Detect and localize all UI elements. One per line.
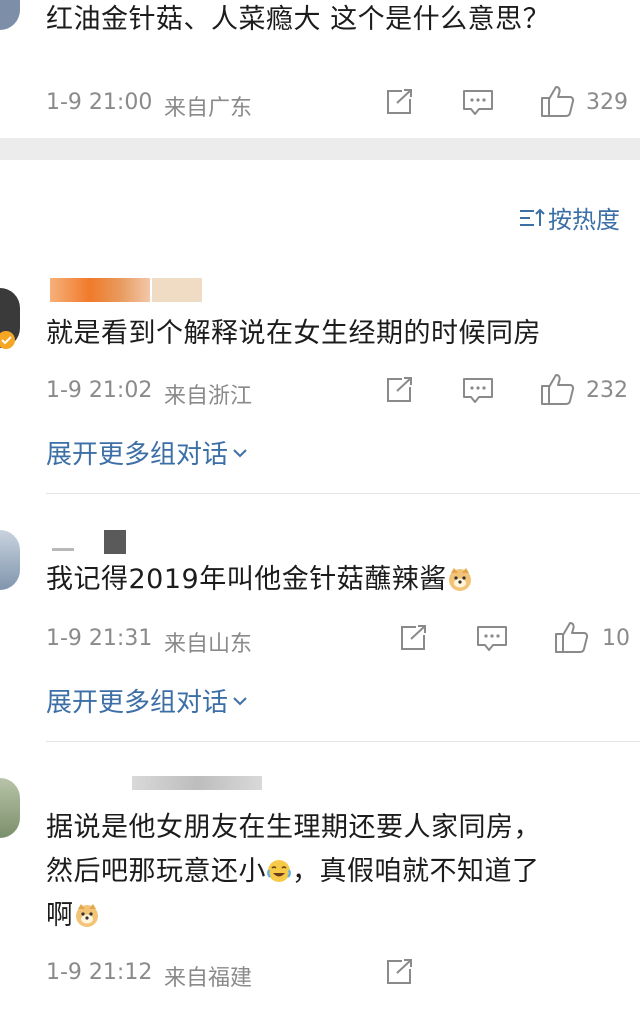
repost-icon[interactable] (384, 958, 414, 986)
comment-text: 就是看到个解释说在女生经期的时候同房 (46, 318, 541, 349)
sort-icon (518, 206, 546, 230)
comment-time: 1-9 21:02 (46, 378, 153, 403)
divider (46, 741, 640, 742)
user-badge (152, 278, 202, 302)
sort-label: 按热度 (548, 206, 620, 234)
comment-text-line-3: 啊 (46, 894, 100, 938)
comment-text: 红油金针菇、人菜瘾大 这个是什么意思？ (46, 4, 551, 35)
comment-icon[interactable] (476, 624, 508, 654)
avatar[interactable] (0, 530, 20, 590)
chevron-down-icon (232, 695, 248, 707)
like-count: 329 (586, 90, 628, 115)
comment-location: 来自山东 (164, 632, 253, 657)
comment-location: 来自浙江 (164, 384, 253, 409)
comment-location: 来自福建 (164, 966, 253, 991)
username[interactable] (132, 776, 262, 790)
repost-icon[interactable] (384, 376, 414, 404)
comment-time: 1-9 21:00 (46, 90, 153, 115)
expand-conversation-link[interactable]: 展开更多组对话 (46, 682, 248, 719)
expand-conversation-link[interactable]: 展开更多组对话 (46, 434, 248, 471)
section-separator (0, 138, 640, 160)
doge-emoji-icon (447, 562, 473, 591)
sort-toggle[interactable]: 按热度 (518, 200, 620, 235)
user-badge (104, 530, 126, 554)
divider (46, 493, 640, 494)
comment-text-content: 我记得2019年叫他金针菇蘸辣酱 (46, 564, 447, 595)
like-count: 10 (602, 626, 630, 651)
comment-text-fragment: 然后吧那玩意还小 (46, 856, 266, 887)
comment-time: 1-9 21:12 (46, 960, 153, 985)
like-icon[interactable] (540, 372, 576, 406)
like-icon[interactable] (540, 84, 576, 118)
comment-text-line-2: 然后吧那玩意还小 ，真假咱就不知道了 (46, 850, 540, 894)
laugh-cry-emoji-icon (266, 854, 292, 882)
comment-text-fragment: 啊 (46, 900, 74, 931)
expand-label: 展开更多组对话 (46, 688, 229, 718)
like-count: 232 (586, 378, 628, 403)
comment-text-fragment: ，真假咱就不知道了 (292, 856, 540, 887)
repost-icon[interactable] (398, 624, 428, 652)
repost-icon[interactable] (384, 88, 414, 116)
doge-emoji-icon (74, 898, 100, 927)
comment-icon[interactable] (462, 88, 494, 118)
comment-time: 1-9 21:31 (46, 626, 153, 651)
expand-label: 展开更多组对话 (46, 440, 229, 470)
comment-location: 来自广东 (164, 96, 253, 121)
verified-badge-icon (0, 330, 18, 354)
avatar[interactable] (0, 778, 20, 838)
like-icon[interactable] (554, 620, 590, 654)
comment-text: 我记得2019年叫他金针菇蘸辣酱 (46, 558, 473, 602)
comment-text-line-1: 据说是他女朋友在生理期还要人家同房， (46, 812, 541, 843)
chevron-down-icon (232, 447, 248, 459)
comment-icon[interactable] (462, 376, 494, 406)
avatar[interactable] (0, 0, 20, 30)
username[interactable] (50, 278, 150, 302)
username[interactable] (52, 548, 74, 551)
